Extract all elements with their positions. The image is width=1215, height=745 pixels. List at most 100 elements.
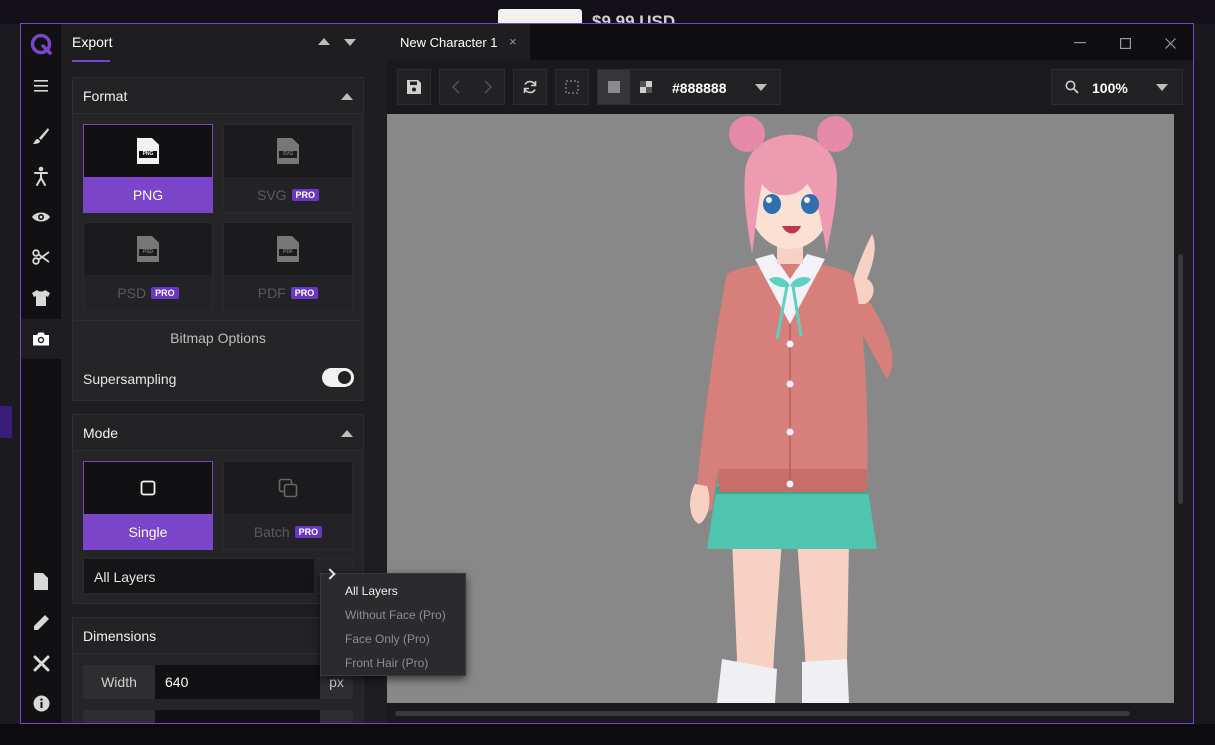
bitmap-options-label: Bitmap Options	[170, 330, 266, 346]
supersampling-toggle[interactable]	[322, 368, 354, 387]
redo-icon[interactable]	[472, 70, 504, 104]
mode-single-option[interactable]: Single	[83, 461, 213, 550]
menu-icon[interactable]	[29, 74, 53, 98]
background-bottom-edge	[0, 724, 1215, 745]
width-input[interactable]	[155, 665, 320, 699]
zoom-group: 100%	[1051, 69, 1183, 105]
format-svg-label: SVG	[256, 186, 287, 203]
scissors-icon[interactable]	[29, 245, 53, 269]
dropdown-item-face-only[interactable]: Face Only (Pro)	[345, 632, 430, 646]
format-pdf-label: PDF	[257, 284, 286, 301]
tab-title: New Character 1	[400, 35, 498, 50]
height-row	[83, 710, 353, 723]
brush-icon[interactable]	[29, 124, 53, 148]
psd-file-icon: PSD	[137, 236, 159, 262]
anime-character-illustration	[690, 116, 893, 703]
panel-title: Export	[72, 34, 113, 50]
camera-icon[interactable]	[29, 327, 53, 351]
refresh-icon[interactable]	[514, 70, 546, 104]
editor-area: New Character 1 × #888888 100%	[387, 24, 1193, 723]
layers-select-value: All Layers	[94, 569, 156, 585]
dropdown-item-without-face[interactable]: Without Face (Pro)	[345, 608, 446, 622]
pose-icon[interactable]	[29, 164, 53, 188]
pro-badge: PRO	[290, 286, 319, 299]
mode-collapse-icon[interactable]	[341, 430, 353, 437]
zoom-value[interactable]: 100%	[1092, 80, 1128, 96]
canvas-vertical-scrollbar[interactable]	[1178, 254, 1183, 504]
format-section-header[interactable]: Format	[73, 78, 363, 114]
format-pdf-option[interactable]: PDF PDF PRO	[223, 222, 353, 311]
toggle-knob	[338, 371, 351, 384]
background-right-edge	[1194, 24, 1215, 745]
canvas-horizontal-scrollbar[interactable]	[395, 711, 1130, 716]
height-label	[83, 710, 155, 723]
mode-section-title: Mode	[83, 425, 119, 441]
dimensions-section-title: Dimensions	[83, 628, 157, 644]
background-left-edge	[0, 24, 20, 745]
dropdown-item-all-layers[interactable]: All Layers	[345, 584, 398, 598]
pro-badge: PRO	[291, 188, 320, 201]
format-collapse-icon[interactable]	[341, 93, 353, 100]
png-file-icon: PNG	[137, 138, 159, 164]
eye-icon[interactable]	[29, 205, 53, 229]
layers-dropdown-menu: All Layers Without Face (Pro) Face Only …	[320, 573, 466, 676]
format-section: Format PNG PNG SVG SVG PRO PSD PSD PRO PDF…	[72, 77, 364, 401]
pdf-file-icon: PDF	[277, 236, 299, 262]
mode-section-header[interactable]: Mode	[73, 415, 363, 451]
format-psd-label: PSD	[117, 284, 147, 301]
zoom-search-icon[interactable]	[1056, 70, 1088, 104]
panel-collapse-down-icon[interactable]	[344, 39, 356, 46]
undo-icon[interactable]	[440, 70, 472, 104]
format-png-label: PNG	[132, 186, 164, 203]
logo-icon[interactable]	[29, 32, 53, 56]
supersampling-label: Supersampling	[83, 371, 177, 387]
zoom-dropdown-icon[interactable]	[1156, 84, 1168, 91]
format-section-title: Format	[83, 88, 128, 104]
background-button	[498, 9, 582, 24]
mode-batch-option[interactable]: Batch PRO	[223, 461, 353, 550]
solid-background-icon[interactable]	[598, 70, 630, 104]
maximize-icon[interactable]	[1115, 33, 1135, 53]
app-window: Export Format PNG PNG SVG SVG PRO PSD PSD…	[20, 23, 1194, 724]
mode-batch-label: Batch	[253, 523, 290, 540]
width-row: Width px	[83, 665, 353, 699]
refresh-group	[513, 69, 547, 105]
canvas-area	[387, 114, 1193, 723]
info-icon[interactable]	[29, 691, 53, 715]
panel-collapse-up-icon[interactable]	[318, 38, 330, 45]
save-icon[interactable]	[398, 70, 430, 104]
save-group	[397, 69, 431, 105]
height-unit	[320, 710, 353, 723]
tab-new-character[interactable]: New Character 1 ×	[387, 24, 530, 60]
transparent-background-icon[interactable]	[630, 70, 662, 104]
background-color-value[interactable]: #888888	[672, 80, 727, 96]
tab-close-icon[interactable]: ×	[509, 34, 517, 49]
selection-icon[interactable]	[556, 70, 588, 104]
color-dropdown-icon[interactable]	[755, 84, 767, 91]
history-group	[439, 69, 505, 105]
pro-badge: PRO	[151, 286, 179, 299]
tab-bar: New Character 1 ×	[387, 24, 1193, 60]
minimize-icon[interactable]	[1070, 33, 1090, 53]
width-label: Width	[83, 665, 155, 699]
panel-header: Export	[61, 24, 387, 64]
pro-badge: PRO	[294, 525, 323, 538]
background-color-group: #888888	[597, 69, 781, 105]
close-window-icon[interactable]	[1160, 33, 1180, 53]
shirt-icon[interactable]	[29, 286, 53, 310]
tools-icon[interactable]	[29, 651, 53, 675]
single-square-icon	[140, 480, 156, 496]
svg-file-icon: SVG	[277, 138, 299, 164]
dropdown-item-front-hair[interactable]: Front Hair (Pro)	[345, 656, 428, 670]
format-psd-option[interactable]: PSD PSD PRO	[83, 222, 213, 311]
layers-select[interactable]: All Layers	[83, 558, 353, 594]
pencil-icon[interactable]	[29, 610, 53, 634]
file-icon[interactable]	[29, 569, 53, 593]
character-canvas[interactable]	[387, 114, 1174, 703]
batch-squares-icon	[278, 478, 298, 498]
height-input[interactable]	[155, 710, 320, 723]
mode-single-label: Single	[128, 523, 168, 540]
format-svg-option[interactable]: SVG SVG PRO	[223, 124, 353, 213]
icon-rail	[21, 24, 61, 723]
format-png-option[interactable]: PNG PNG	[83, 124, 213, 213]
